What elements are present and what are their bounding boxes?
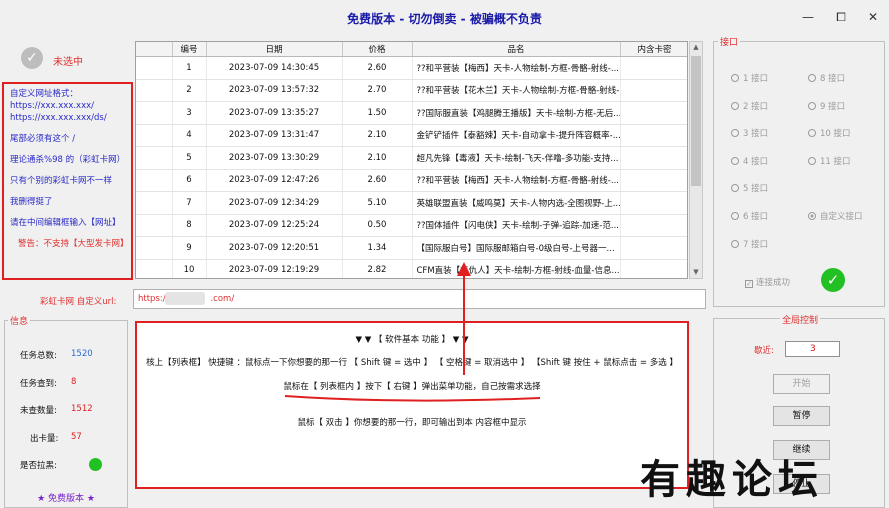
radio-selected-icon — [808, 212, 816, 220]
success-check-icon: ✓ — [821, 268, 845, 292]
radio-interface-4[interactable]: 4 接口 — [731, 155, 768, 167]
radio-icon — [808, 129, 816, 137]
start-button[interactable]: 开始 — [773, 374, 830, 394]
radio-interface-6[interactable]: 6 接口 — [731, 210, 768, 222]
radio-icon — [731, 74, 739, 82]
forum-watermark: 有趣论坛 — [640, 456, 824, 503]
radio-interface-2[interactable]: 2 接口 — [731, 100, 768, 112]
radio-icon — [808, 74, 816, 82]
radio-label: 9 接口 — [820, 102, 846, 112]
radio-icon — [731, 184, 739, 192]
radio-interface-3[interactable]: 3 接口 — [731, 127, 768, 139]
annotation-underline — [284, 395, 541, 402]
radio-interface-11[interactable]: 11 接口 — [808, 155, 851, 167]
radio-icon — [731, 102, 739, 110]
radio-label: 8 接口 — [820, 74, 846, 84]
radio-label: 自定义接口 — [820, 212, 863, 222]
radio-icon — [731, 212, 739, 220]
radio-interface-9[interactable]: 9 接口 — [808, 100, 845, 112]
radio-interface-custom[interactable]: 自定义接口 — [808, 210, 863, 222]
radio-interface-8[interactable]: 8 接口 — [808, 72, 845, 84]
radio-interface-1[interactable]: 1 接口 — [731, 72, 768, 84]
checkbox-icon: ✓ — [745, 280, 753, 288]
radio-label: 3 接口 — [743, 129, 769, 139]
global-control-title: 全局控制 — [780, 313, 821, 326]
interface-group-title: 接口 — [718, 35, 741, 48]
radio-label: 5 接口 — [743, 184, 769, 194]
radio-icon — [731, 157, 739, 165]
interval-label: 歇近: — [754, 346, 774, 356]
radio-interface-10[interactable]: 10 接口 — [808, 127, 851, 139]
radio-label: 10 接口 — [820, 129, 851, 139]
radio-label: 4 接口 — [743, 157, 769, 167]
radio-label: 7 接口 — [743, 240, 769, 250]
radio-label: 2 接口 — [743, 102, 769, 112]
radio-icon — [808, 102, 816, 110]
radio-interface-5[interactable]: 5 接口 — [731, 182, 768, 194]
interval-input[interactable]: 3 — [785, 341, 840, 357]
connected-checkbox[interactable]: ✓ 连接成功 — [745, 276, 790, 288]
annotation-arrow-head — [457, 262, 471, 276]
radio-label: 11 接口 — [820, 157, 851, 167]
radio-icon — [731, 240, 739, 248]
radio-icon — [808, 157, 816, 165]
radio-icon — [731, 129, 739, 137]
radio-label: 1 接口 — [743, 74, 769, 84]
pause-button[interactable]: 暂停 — [773, 406, 830, 426]
radio-label: 6 接口 — [743, 212, 769, 222]
checkbox-label: 连接成功 — [756, 278, 791, 288]
radio-interface-7[interactable]: 7 接口 — [731, 238, 768, 250]
